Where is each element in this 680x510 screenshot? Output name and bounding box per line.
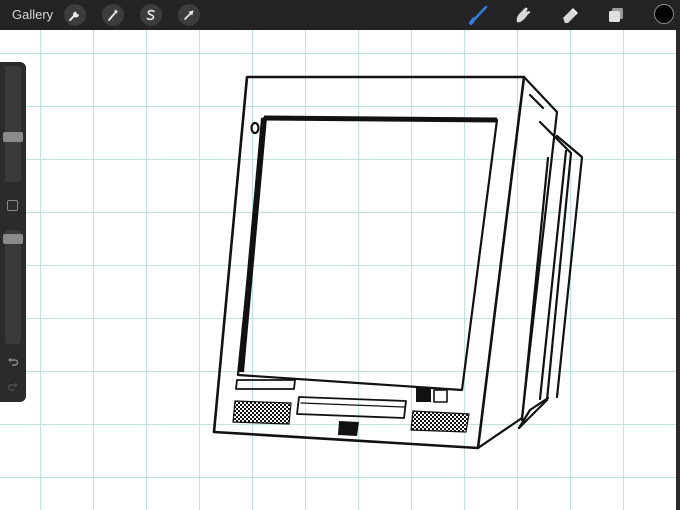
crt-monitor-drawing [212,75,584,450]
smudge-finger-icon [516,7,531,23]
brush-size-thumb[interactable] [3,132,23,142]
actions-button[interactable] [64,4,86,26]
wrench-icon [69,11,79,21]
selection-button[interactable] [140,4,162,26]
redo-button[interactable] [6,380,20,394]
color-picker-button[interactable] [654,4,674,24]
brush-icon [469,5,488,25]
layers-tool-button[interactable] [604,4,628,26]
opacity-slider[interactable] [3,230,23,344]
arrow-cursor-icon [184,10,194,20]
top-toolbar: Gallery [0,0,680,30]
undo-icon [8,357,19,366]
left-sidebar [0,62,26,402]
selection-s-icon [146,9,155,21]
eraser-tool-button[interactable] [558,4,582,26]
gallery-button[interactable]: Gallery [12,0,53,30]
eraser-icon [563,8,578,23]
redo-icon [7,382,18,391]
adjustments-button[interactable] [102,4,124,26]
modify-square-icon[interactable] [7,200,18,211]
magic-wand-icon [108,9,119,21]
opacity-thumb[interactable] [3,234,23,244]
brush-tool-button[interactable] [467,4,491,26]
undo-button[interactable] [6,355,20,369]
smudge-tool-button[interactable] [511,4,535,26]
canvas-edge [676,30,680,510]
transform-button[interactable] [178,4,200,26]
layers-icon [609,8,623,22]
brush-size-slider[interactable] [3,66,23,182]
drawing-canvas[interactable] [0,30,680,510]
